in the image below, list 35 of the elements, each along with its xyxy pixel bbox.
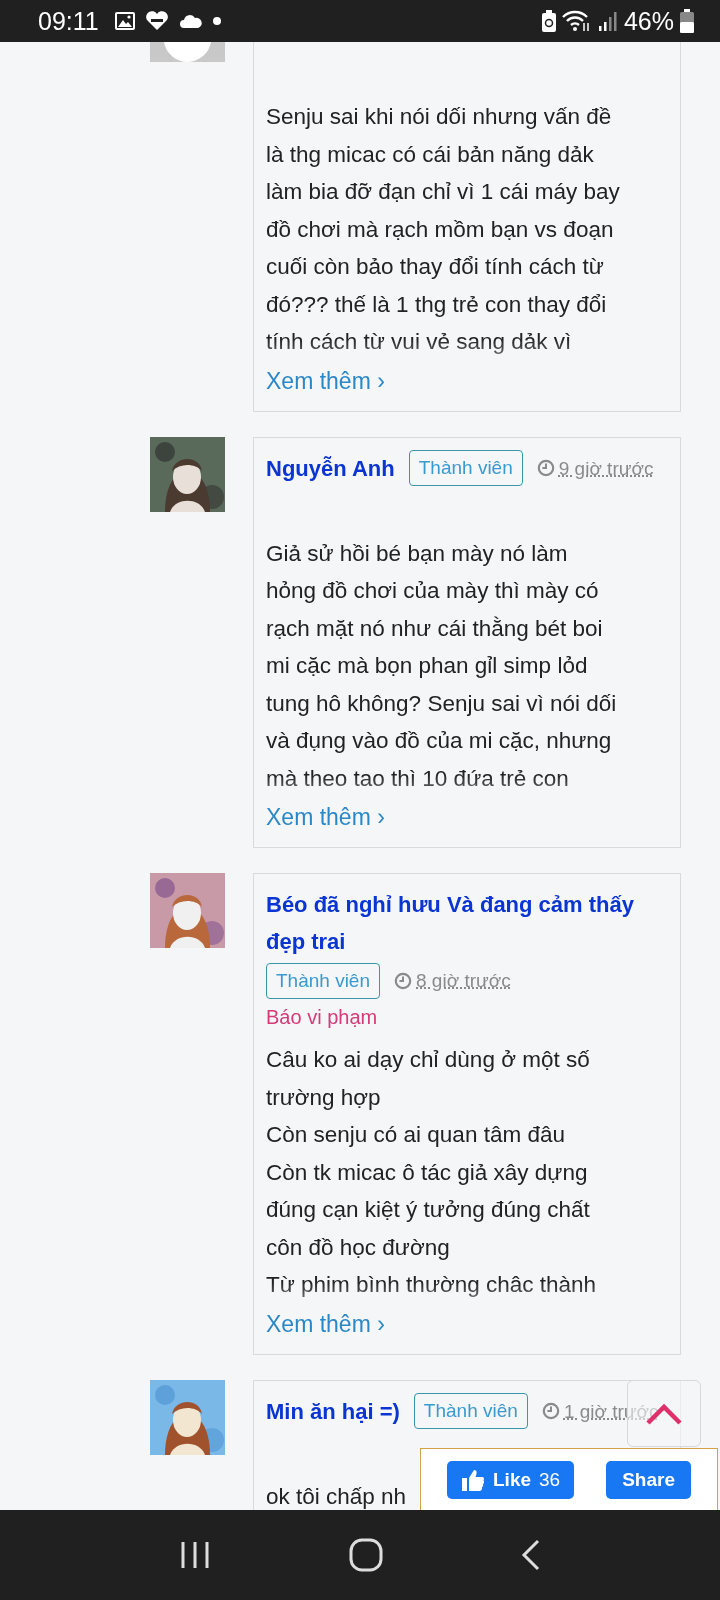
- clock-icon: [536, 459, 555, 477]
- user-name[interactable]: Min ăn hại =): [266, 1392, 400, 1430]
- member-badge: Thành viên: [413, 1393, 528, 1429]
- signal-icon: [597, 11, 618, 31]
- clock-icon: [541, 1402, 560, 1420]
- clock: 09:11: [38, 6, 99, 36]
- battery-icon: [680, 9, 694, 33]
- battery-saver-icon: [541, 10, 556, 32]
- see-more-link[interactable]: Xem thêm ›: [266, 364, 385, 397]
- see-more-link[interactable]: Xem thêm ›: [266, 1307, 385, 1340]
- report-link[interactable]: Báo vi phạm: [266, 1001, 666, 1033]
- comment-text: Senju sai khi nói dối nhưng vấn đề là thg micac có cái bản năng dảk làm bia đỡ đạn chỉ vì 1 cái máy bay đồ chơi mà rạch mồm bạn vs đoạn cuối còn bảo thay đổi tính cách từ đó??? thế là 1 thg trẻ con thay đổi tính cách từ vui vẻ sang dảk vì: [266, 103, 620, 356]
- comment-text: ok tôi chấp nh: [266, 1482, 407, 1510]
- cloud-icon: [178, 13, 203, 29]
- dot-icon: [212, 17, 221, 25]
- comment-text: Giả sử hồi bé bạn mày nó làm hỏng đồ chơi của mày thì mày có rạch mặt nó như cái thằng bét boi mi cặc mà bọn phan gỉl simp lỏd tung hô không? Senju sai vì nói dối và đụng vào đồ của mi cặc, nhưng mà theo tao thì 10 đứa trẻ con: [266, 539, 617, 793]
- image-icon: [114, 12, 135, 30]
- recent-apps-icon[interactable]: [179, 1541, 211, 1569]
- user-name[interactable]: Béo đã nghỉ hưu Và đang cảm thấy đẹp trai: [266, 886, 652, 960]
- clock-icon: [394, 971, 412, 990]
- heart-icon: [144, 11, 169, 31]
- like-button[interactable]: Like 36: [447, 1460, 575, 1499]
- battery-percent: 46%: [623, 6, 674, 36]
- share-button[interactable]: Share: [606, 1460, 691, 1499]
- see-more-link[interactable]: Xem thêm ›: [266, 801, 385, 833]
- timestamp: 9 giờ trước: [558, 456, 654, 481]
- user-name[interactable]: Nguyễn Anh: [266, 449, 395, 487]
- thumbs-up-icon: [461, 1467, 485, 1492]
- back-icon[interactable]: [521, 1539, 541, 1571]
- member-badge: Thành viên: [408, 450, 523, 486]
- wifi-icon: [561, 10, 592, 32]
- timestamp: 8 giờ trước: [416, 969, 511, 993]
- comment-text: Câu ko ai dạy chỉ dùng ở một số trường hợp Còn senju có ai quan tâm đâu Còn tk micac ô tác giả xây dựng đúng cạn kiệt ý tưởng đúng chất côn đồ học đường Từ phim bình thường châc thành: [266, 1046, 597, 1299]
- home-icon[interactable]: [349, 1538, 383, 1572]
- member-badge: Thành viên: [266, 962, 380, 999]
